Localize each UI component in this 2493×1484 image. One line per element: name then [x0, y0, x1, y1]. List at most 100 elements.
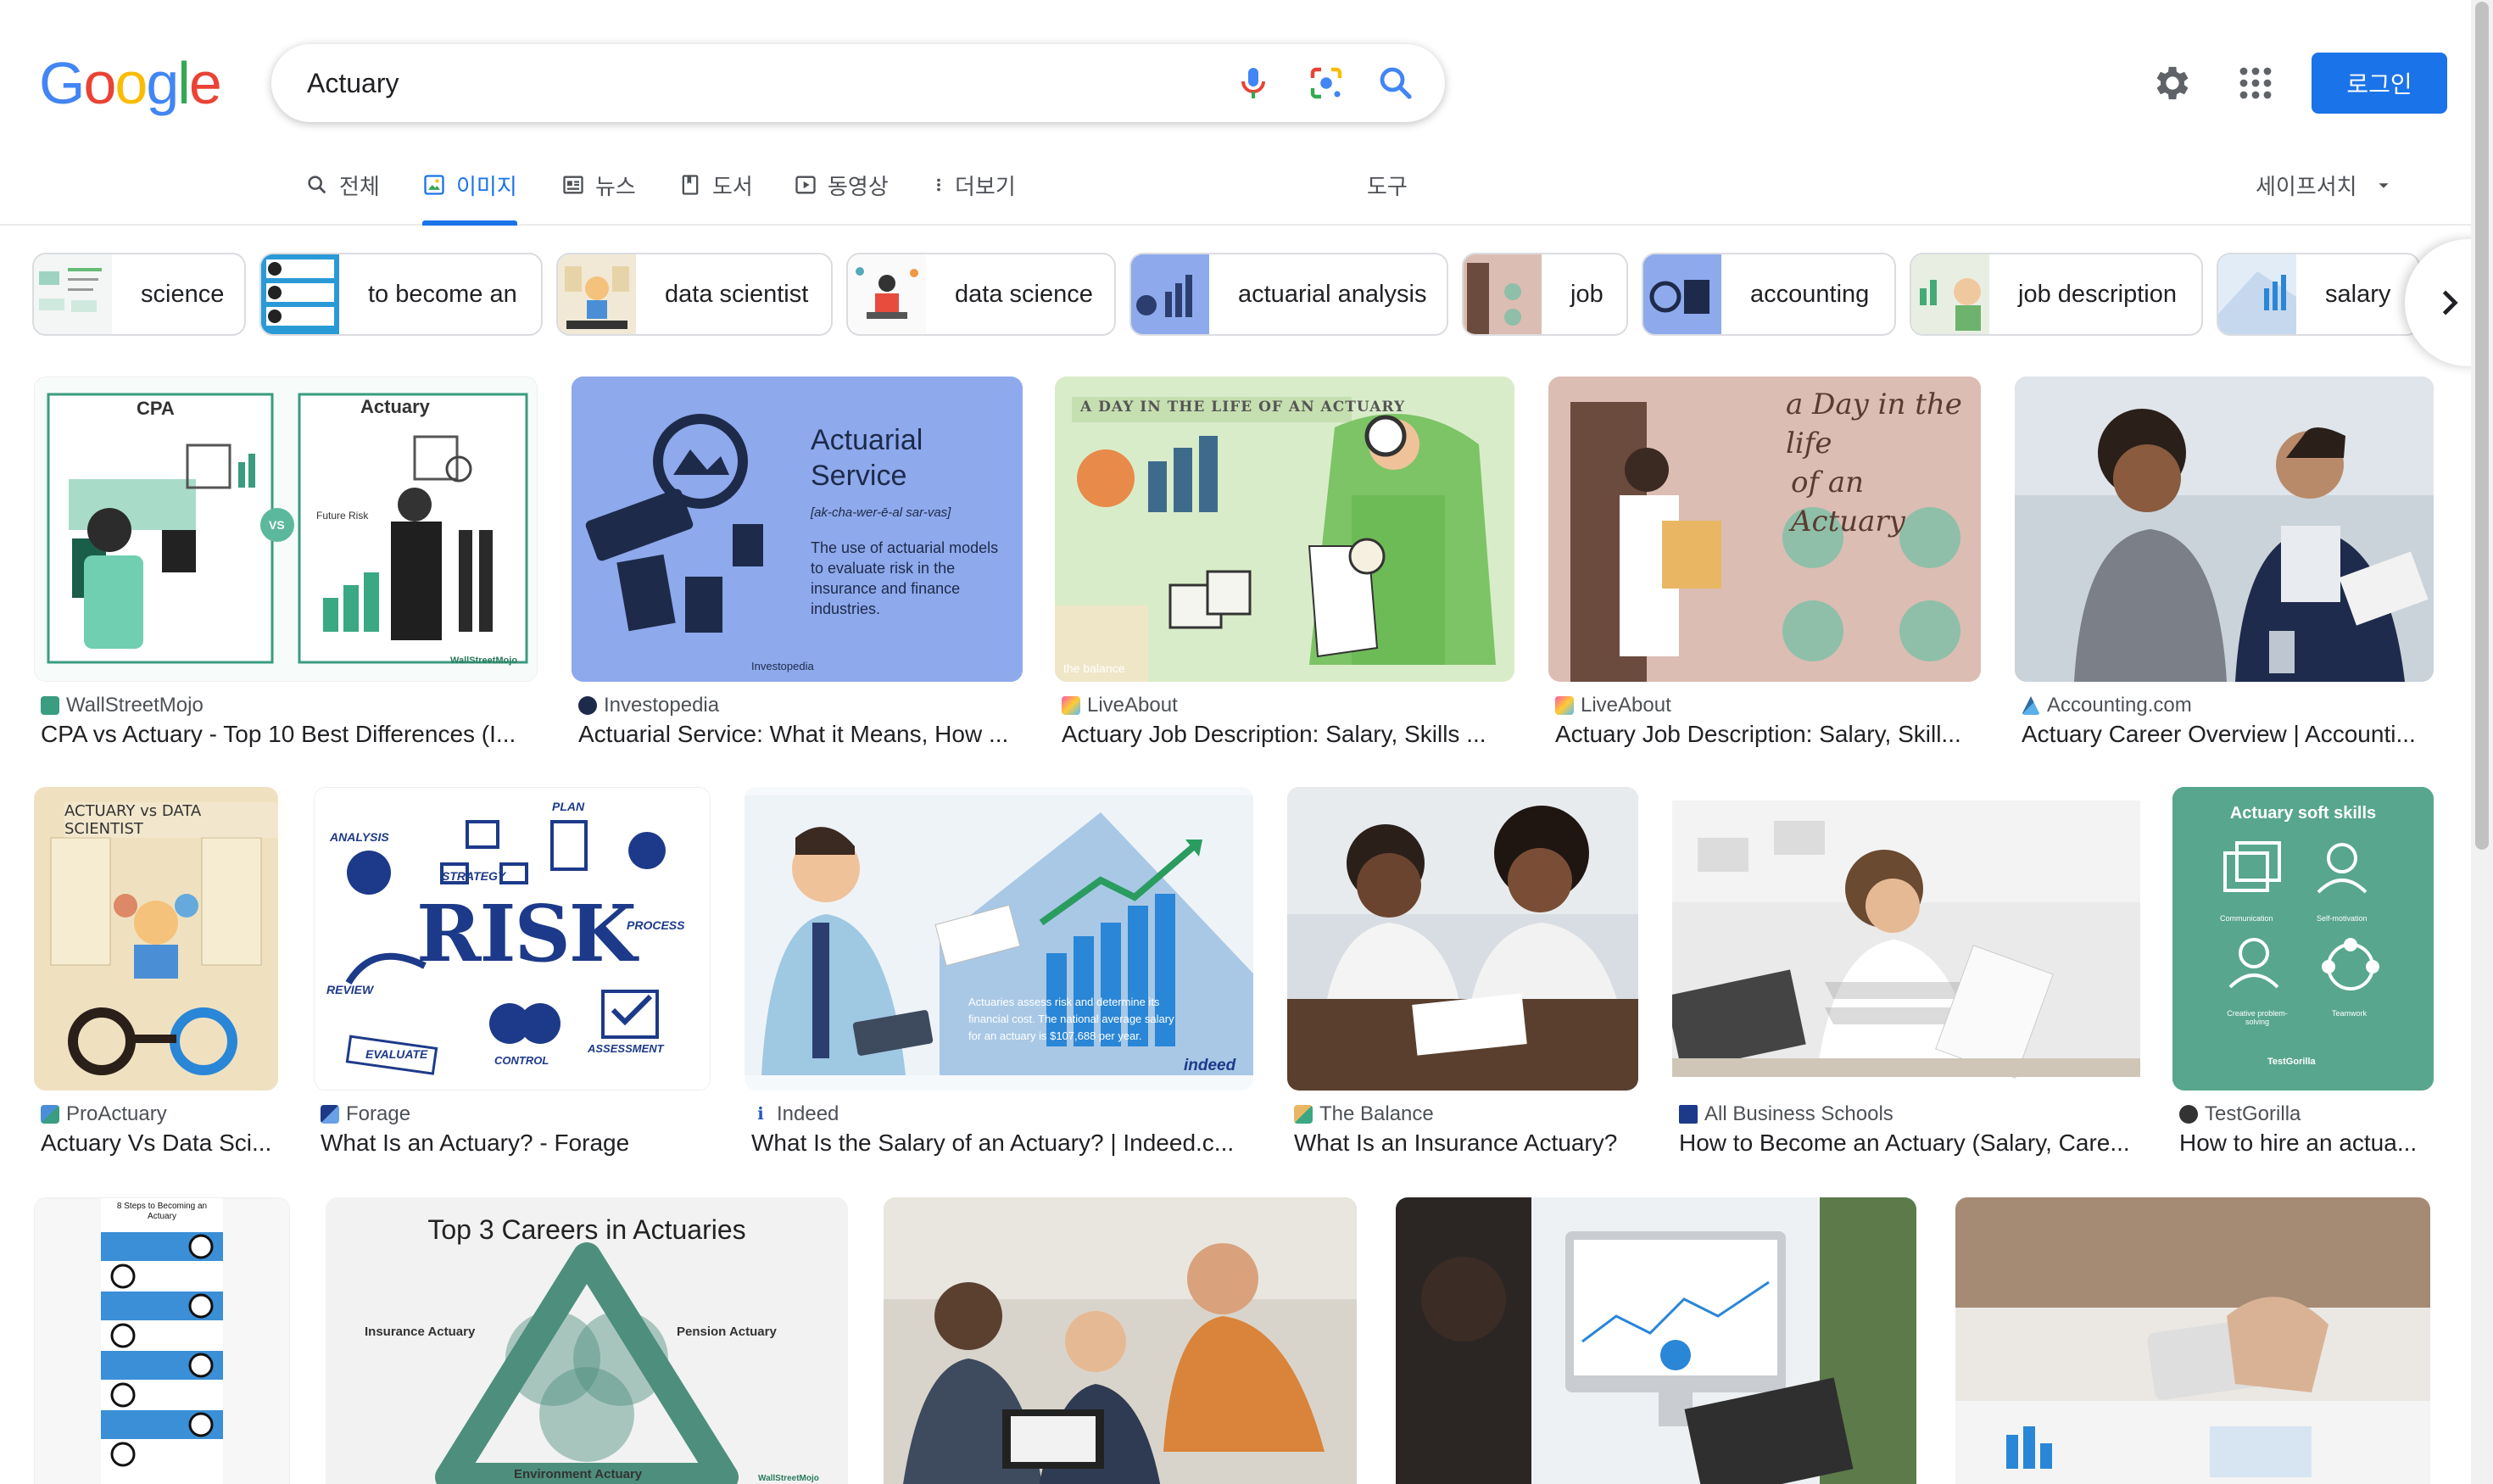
result-thumbnail[interactable] [1396, 1197, 1916, 1484]
thumb-text: Actuaries assess risk and determine its … [968, 996, 1174, 1042]
image-result[interactable] [1955, 1197, 2430, 1484]
result-source[interactable]: LiveAbout [1555, 694, 1671, 717]
result-thumbnail[interactable]: A DAY IN THE LIFE OF AN ACTUARY the bala… [1055, 377, 1514, 682]
result-thumbnail[interactable]: ACTUARY vs DATA SCIENTIST [34, 787, 278, 1091]
result-thumbnail[interactable]: RISK ANALYSIS STRATEGY PLAN PROCESS REVI… [314, 787, 711, 1091]
result-thumbnail[interactable]: Actuaries assess risk and determine its … [745, 787, 1253, 1091]
result-title[interactable]: Actuary Job Description: Salary, Skills … [1062, 721, 1520, 748]
thumb-text: PROCESS [627, 918, 685, 932]
image-result[interactable]: a Day in the life of an Actuary LiveAbou… [1548, 377, 1981, 758]
image-result[interactable] [884, 1197, 1357, 1484]
google-lens-icon[interactable] [1306, 63, 1347, 103]
result-source[interactable]: ℹ Indeed [751, 1102, 839, 1126]
result-thumbnail[interactable] [1955, 1197, 2430, 1484]
google-logo[interactable]: Google [39, 49, 222, 117]
result-thumbnail[interactable]: Actuarial Service [ak-cha-wer-ē-al sar-v… [572, 377, 1023, 682]
image-result[interactable]: All Business Schools How to Become an Ac… [1672, 787, 2140, 1169]
result-source[interactable]: The Balance [1294, 1102, 1434, 1126]
result-source[interactable]: All Business Schools [1679, 1102, 1893, 1126]
chip-data-scientist[interactable]: data scientist [556, 253, 833, 336]
mic-icon[interactable] [1233, 63, 1274, 103]
chip-to-become-an[interactable]: to become an [259, 253, 543, 336]
scrollbar-thumb[interactable] [2475, 2, 2489, 850]
source-name: LiveAbout [1087, 694, 1178, 717]
chip-accounting[interactable]: accounting [1642, 253, 1896, 336]
result-thumbnail[interactable] [884, 1197, 1357, 1484]
thumb-heading: a Day in the life [1786, 388, 1962, 460]
thumb-text: REVIEW [326, 983, 374, 996]
tab-images[interactable]: 이미지 [422, 166, 517, 226]
gear-icon[interactable] [2150, 61, 2195, 105]
chip-salary[interactable]: salary [2217, 253, 2420, 336]
safesearch-dropdown[interactable]: 세이프서치 [2256, 170, 2393, 201]
image-result[interactable]: Actuarial Service [ak-cha-wer-ē-al sar-v… [572, 377, 1023, 758]
chip-job-description[interactable]: job description [1910, 253, 2203, 336]
result-title[interactable]: What Is an Insurance Actuary? [1294, 1130, 1645, 1157]
chip-job[interactable]: job [1462, 253, 1628, 336]
page-scrollbar[interactable] [2471, 0, 2493, 1484]
result-source[interactable]: Accounting.com [2022, 694, 2192, 717]
chip-thumbnail [2218, 254, 2296, 334]
result-title[interactable]: Actuary Job Description: Salary, Skill..… [1555, 721, 1986, 748]
result-source[interactable]: Forage [321, 1102, 410, 1126]
bookmark-favicon [1679, 1105, 1698, 1124]
result-thumbnail[interactable] [1672, 787, 2140, 1091]
thumb-text: Actuary soft skills [2229, 804, 2377, 823]
thumb-text: a Day in the life of an Actuary [1786, 385, 1981, 541]
search-input[interactable] [307, 44, 1155, 122]
source-name: WallStreetMojo [66, 694, 204, 717]
chip-data-science[interactable]: data science [846, 253, 1116, 336]
result-title[interactable]: Actuary Career Overview | Accounti... [2022, 721, 2437, 748]
tab-all[interactable]: 전체 [305, 166, 380, 226]
image-result[interactable] [1396, 1197, 1916, 1484]
chevron-right-icon [2442, 290, 2458, 315]
image-result[interactable]: ACTUARY vs DATA SCIENTIST ProActuary Act… [34, 787, 278, 1169]
image-result[interactable]: RISK ANALYSIS STRATEGY PLAN PROCESS REVI… [314, 787, 711, 1169]
result-title[interactable]: Actuary Vs Data Sci... [41, 1130, 285, 1157]
result-title[interactable]: How to hire an actua... [2179, 1130, 2439, 1157]
result-source[interactable]: LiveAbout [1062, 694, 1178, 717]
image-result[interactable]: Actuaries assess risk and determine its … [745, 787, 1253, 1169]
result-thumbnail[interactable]: Actuary soft skills Communication Self-m… [2172, 787, 2434, 1091]
tab-videos[interactable]: 동영상 [794, 166, 889, 226]
result-thumbnail[interactable]: Top 3 Careers in Actuaries Insurance Act… [326, 1197, 848, 1484]
result-title[interactable]: How to Become an Actuary (Salary, Care..… [1679, 1130, 2144, 1157]
video-icon [795, 176, 816, 194]
result-source[interactable]: TestGorilla [2179, 1102, 2301, 1126]
tab-news[interactable]: 뉴스 [561, 166, 636, 226]
search-icon[interactable] [1375, 63, 1416, 103]
image-result[interactable]: Accounting.com Actuary Career Overview |… [2015, 377, 2434, 758]
image-result[interactable]: Top 3 Careers in Actuaries Insurance Act… [326, 1197, 848, 1484]
thumb-text: Environment Actuary [514, 1467, 643, 1481]
tab-books[interactable]: 도서 [678, 166, 753, 226]
chip-thumbnail [558, 254, 636, 334]
result-thumbnail[interactable]: CPA Actuary VS Future Risk WallStreetMoj… [34, 377, 538, 682]
result-thumbnail[interactable] [2015, 377, 2434, 682]
chip-actuarial-analysis[interactable]: actuarial analysis [1129, 253, 1448, 336]
result-thumbnail[interactable] [1287, 787, 1638, 1091]
image-result[interactable]: CPA Actuary VS Future Risk WallStreetMoj… [34, 377, 538, 758]
result-title[interactable]: CPA vs Actuary - Top 10 Best Differences… [41, 721, 541, 748]
apps-grid-icon[interactable] [2235, 63, 2276, 103]
result-thumbnail[interactable]: 8 Steps to Becoming an Actuary [34, 1197, 290, 1484]
image-result[interactable]: Actuary soft skills Communication Self-m… [2172, 787, 2434, 1169]
thumb-text: Self-motivation [2317, 914, 2368, 923]
thumb-text: Teamwork [2332, 1009, 2368, 1018]
result-source[interactable]: WallStreetMojo [41, 694, 204, 717]
thumb-text: PLAN [552, 800, 585, 813]
result-source[interactable]: Investopedia [578, 694, 719, 717]
thumb-text: Future Risk [316, 510, 369, 522]
image-result[interactable]: The Balance What Is an Insurance Actuary… [1287, 787, 1638, 1169]
image-result[interactable]: A DAY IN THE LIFE OF AN ACTUARY the bala… [1055, 377, 1514, 758]
chip-science[interactable]: science [32, 253, 246, 336]
tools-button[interactable]: 도구 [1367, 170, 1408, 201]
result-title[interactable]: Actuarial Service: What it Means, How ..… [578, 721, 1028, 748]
login-button[interactable]: 로그인 [2312, 53, 2447, 114]
result-source[interactable]: ProActuary [41, 1102, 167, 1126]
result-title[interactable]: What Is an Actuary? - Forage [321, 1130, 716, 1157]
image-result[interactable]: 8 Steps to Becoming an Actuary [34, 1197, 290, 1484]
source-name: Forage [346, 1102, 411, 1125]
tab-more[interactable]: 더보기 [929, 166, 1016, 226]
result-thumbnail[interactable]: a Day in the life of an Actuary [1548, 377, 1981, 682]
result-title[interactable]: What Is the Salary of an Actuary? | Inde… [751, 1130, 1252, 1157]
